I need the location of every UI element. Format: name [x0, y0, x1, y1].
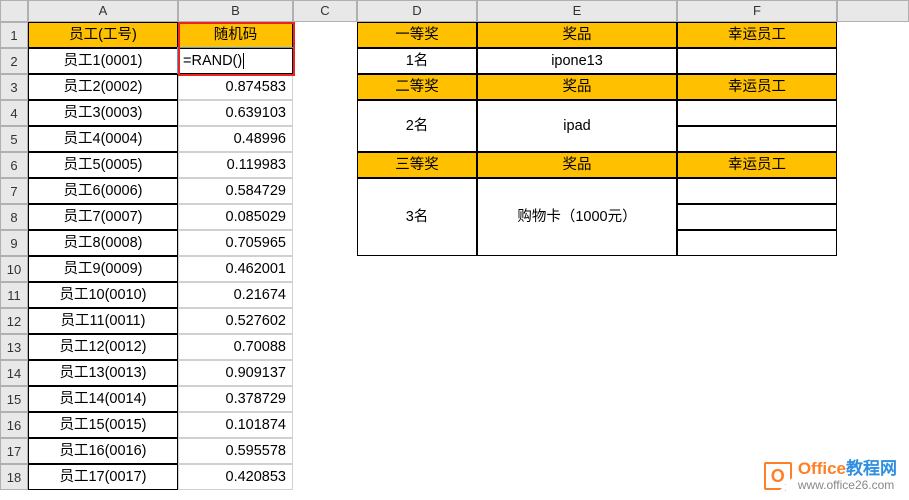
row-header[interactable]: 3: [0, 74, 28, 100]
cell-A11[interactable]: 员工10(0010): [28, 282, 178, 308]
cell-B14[interactable]: 0.909137: [178, 360, 293, 386]
row-header[interactable]: 16: [0, 412, 28, 438]
cell-B9[interactable]: 0.705965: [178, 230, 293, 256]
cell-A15[interactable]: 员工14(0014): [28, 386, 178, 412]
cell-B10[interactable]: 0.462001: [178, 256, 293, 282]
cell-F8[interactable]: [677, 204, 837, 230]
cell-A9[interactable]: 员工8(0008): [28, 230, 178, 256]
cell-B5[interactable]: 0.48996: [178, 126, 293, 152]
cell-D2[interactable]: 1名: [357, 48, 477, 74]
cell-B7[interactable]: 0.584729: [178, 178, 293, 204]
row-header[interactable]: 4: [0, 100, 28, 126]
cell-A4[interactable]: 员工3(0003): [28, 100, 178, 126]
spreadsheet-grid[interactable]: A B C D E F 1 员工(工号) 随机码 一等奖 奖品 幸运员工 2 员…: [0, 0, 909, 490]
row-header[interactable]: 15: [0, 386, 28, 412]
row-header[interactable]: 8: [0, 204, 28, 230]
cell-B16[interactable]: 0.101874: [178, 412, 293, 438]
row-header[interactable]: 13: [0, 334, 28, 360]
cell-A12[interactable]: 员工11(0011): [28, 308, 178, 334]
col-header-extra: [837, 0, 909, 22]
col-header-C[interactable]: C: [293, 0, 357, 22]
cell-A7[interactable]: 员工6(0006): [28, 178, 178, 204]
cell-A6[interactable]: 员工5(0005): [28, 152, 178, 178]
cell-B15[interactable]: 0.378729: [178, 386, 293, 412]
cell-A13[interactable]: 员工12(0012): [28, 334, 178, 360]
watermark-domain: www.office26.com: [798, 479, 897, 492]
formula-text: =RAND(): [183, 53, 242, 69]
cell-E6[interactable]: 奖品: [477, 152, 677, 178]
row-header[interactable]: 10: [0, 256, 28, 282]
cell-F3[interactable]: 幸运员工: [677, 74, 837, 100]
cell-F2[interactable]: [677, 48, 837, 74]
cell-F1[interactable]: 幸运员工: [677, 22, 837, 48]
row-header[interactable]: 17: [0, 438, 28, 464]
col-header-D[interactable]: D: [357, 0, 477, 22]
cell-A14[interactable]: 员工13(0013): [28, 360, 178, 386]
cell-B8[interactable]: 0.085029: [178, 204, 293, 230]
cell-E4-merged[interactable]: ipad: [477, 100, 677, 152]
logo-icon: O: [764, 462, 792, 490]
col-header-A[interactable]: A: [28, 0, 178, 22]
cell-B3[interactable]: 0.874583: [178, 74, 293, 100]
cell-E1[interactable]: 奖品: [477, 22, 677, 48]
cell-B2-editing[interactable]: =RAND(): [178, 48, 293, 74]
row-header[interactable]: 2: [0, 48, 28, 74]
watermark: O Office教程网 www.office26.com: [764, 460, 897, 492]
row-header[interactable]: 1: [0, 22, 28, 48]
text-cursor: [243, 53, 244, 69]
cell-E3[interactable]: 奖品: [477, 74, 677, 100]
cell-B17[interactable]: 0.595578: [178, 438, 293, 464]
cell-B12[interactable]: 0.527602: [178, 308, 293, 334]
row-header[interactable]: 5: [0, 126, 28, 152]
row-header[interactable]: 7: [0, 178, 28, 204]
cell-F7[interactable]: [677, 178, 837, 204]
cell-A10[interactable]: 员工9(0009): [28, 256, 178, 282]
cell-A5[interactable]: 员工4(0004): [28, 126, 178, 152]
row-header[interactable]: 12: [0, 308, 28, 334]
cell-D7-merged[interactable]: 3名: [357, 178, 477, 256]
row-header[interactable]: 9: [0, 230, 28, 256]
cell-D3[interactable]: 二等奖: [357, 74, 477, 100]
cell-B1[interactable]: 随机码: [178, 22, 293, 48]
row-header[interactable]: 6: [0, 152, 28, 178]
cell-A8[interactable]: 员工7(0007): [28, 204, 178, 230]
cell-A2[interactable]: 员工1(0001): [28, 48, 178, 74]
col-header-F[interactable]: F: [677, 0, 837, 22]
cell-B18[interactable]: 0.420853: [178, 464, 293, 490]
cell-F6[interactable]: 幸运员工: [677, 152, 837, 178]
cell-D4-merged[interactable]: 2名: [357, 100, 477, 152]
row-header[interactable]: 18: [0, 464, 28, 490]
cell-A18[interactable]: 员工17(0017): [28, 464, 178, 490]
cell-B6[interactable]: 0.119983: [178, 152, 293, 178]
cell-E2[interactable]: ipone13: [477, 48, 677, 74]
cell-D1[interactable]: 一等奖: [357, 22, 477, 48]
cell-F5[interactable]: [677, 126, 837, 152]
cell-E7-merged[interactable]: 购物卡（1000元）: [477, 178, 677, 256]
cell-B11[interactable]: 0.21674: [178, 282, 293, 308]
col-header-B[interactable]: B: [178, 0, 293, 22]
cell-D6[interactable]: 三等奖: [357, 152, 477, 178]
row-header[interactable]: 11: [0, 282, 28, 308]
cell-B4[interactable]: 0.639103: [178, 100, 293, 126]
cell-A3[interactable]: 员工2(0002): [28, 74, 178, 100]
cell-F9[interactable]: [677, 230, 837, 256]
watermark-brand: Office教程网: [798, 460, 897, 479]
cell-B13[interactable]: 0.70088: [178, 334, 293, 360]
cell-A16[interactable]: 员工15(0015): [28, 412, 178, 438]
row-header[interactable]: 14: [0, 360, 28, 386]
cell-A1[interactable]: 员工(工号): [28, 22, 178, 48]
cell-C1[interactable]: [293, 22, 357, 48]
cell-A17[interactable]: 员工16(0016): [28, 438, 178, 464]
cell-F4[interactable]: [677, 100, 837, 126]
corner-select-all[interactable]: [0, 0, 28, 22]
col-header-E[interactable]: E: [477, 0, 677, 22]
